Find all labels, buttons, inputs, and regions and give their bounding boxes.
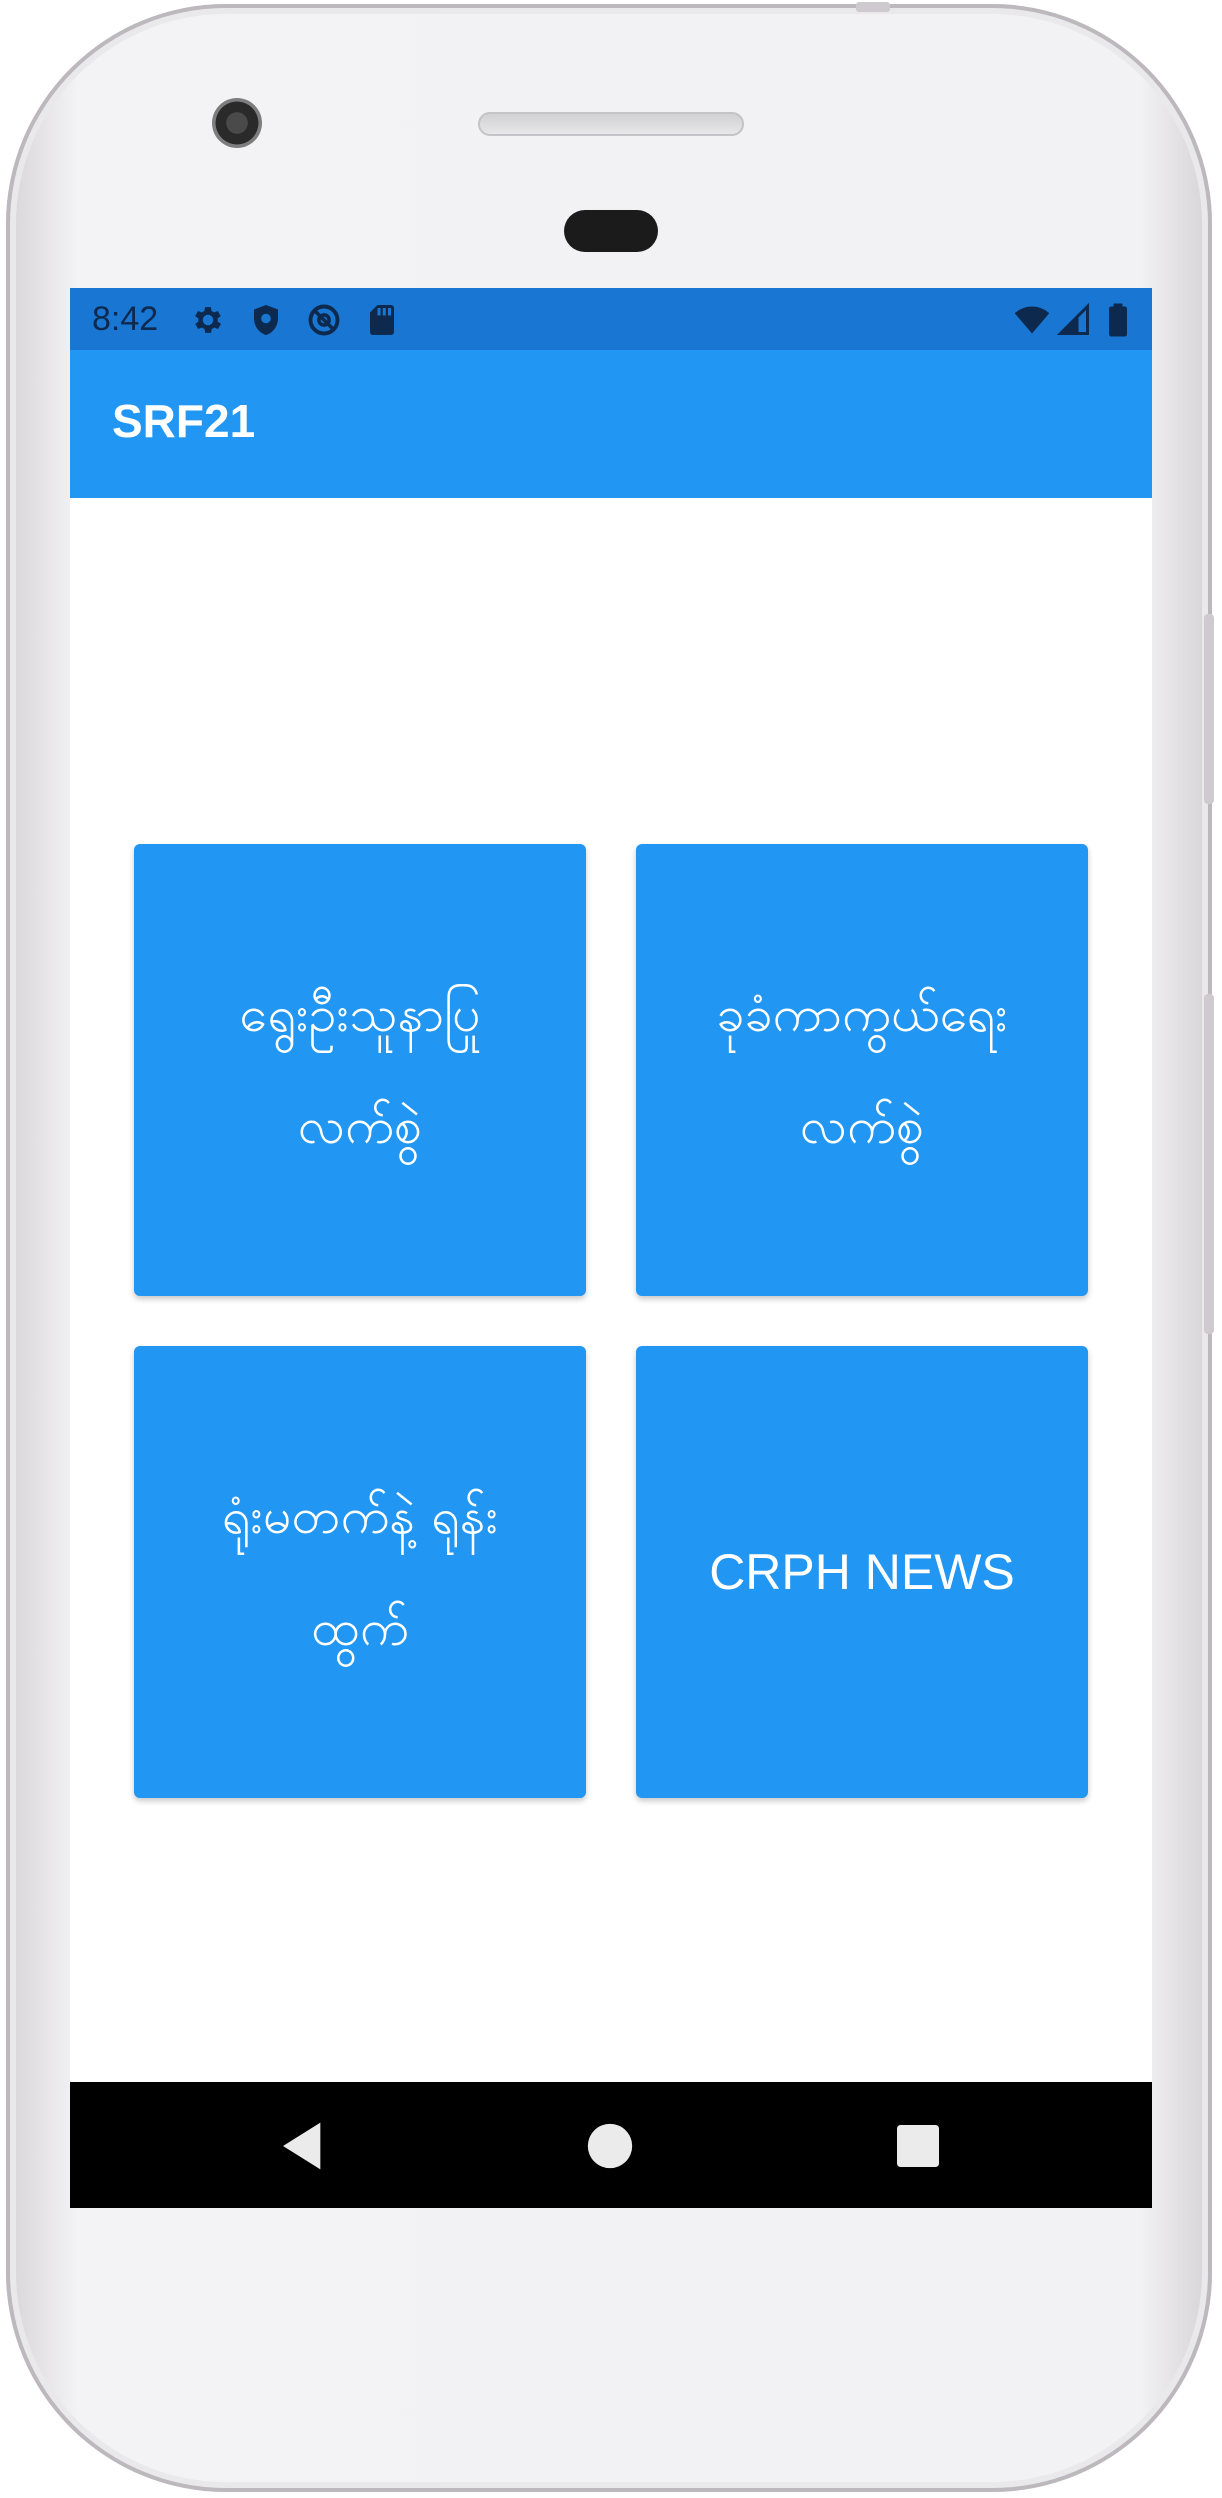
- app-title: SRF21: [112, 395, 256, 447]
- back-triangle-icon[interactable]: [276, 2118, 332, 2174]
- navigation-bar: [70, 2082, 1152, 2208]
- tile-label: ရွေးဦးသူနာပြု လက်စွဲ: [239, 985, 481, 1155]
- tile-crph-news[interactable]: CRPH NEWS: [636, 1346, 1088, 1798]
- phone-frame: 8:42 SRF21 ရွေးဦးသူနာပြု လက်စွဲ ခုခံကာကွ…: [6, 2, 1214, 2492]
- sd-card-icon: [370, 305, 394, 335]
- gear-icon: [195, 307, 222, 333]
- earpiece-speaker: [478, 112, 744, 136]
- power-button: [1204, 614, 1214, 804]
- status-time: 8:42: [92, 300, 159, 338]
- wifi-icon: [1014, 306, 1050, 334]
- front-camera: [212, 98, 262, 148]
- status-bar: 8:42: [70, 288, 1152, 350]
- tile-first-aid-handbook[interactable]: ရွေးဦးသူနာပြု လက်စွဲ: [134, 844, 586, 1296]
- phone-screen: 8:42 SRF21 ရွေးဦးသူနာပြု လက်စွဲ ခုခံကာကွ…: [70, 288, 1152, 2208]
- tile-label: ခုခံကာကွယ်ရေး လက်စွဲ: [716, 985, 1008, 1155]
- cellular-signal-icon: [1056, 302, 1089, 335]
- app-bar: SRF21: [70, 350, 1152, 498]
- battery-icon: [1109, 303, 1127, 337]
- home-circle-icon[interactable]: [582, 2118, 638, 2174]
- tile-civil-disobedience[interactable]: ရုံးမတက်နဲ့ ရုန်းထွက်: [134, 1346, 586, 1798]
- shield-icon: [254, 305, 278, 335]
- tile-self-defense-handbook[interactable]: ခုခံကာကွယ်ရေး လက်စွဲ: [636, 844, 1088, 1296]
- at-sign-icon: [308, 304, 340, 336]
- tile-label: ရုံးမတက်နဲ့ ရုန်းထွက်: [221, 1487, 499, 1657]
- tile-label: CRPH NEWS: [709, 1544, 1015, 1600]
- volume-button: [1204, 994, 1214, 1334]
- top-hardware-button: [856, 2, 890, 12]
- recents-square-icon[interactable]: [890, 2118, 946, 2174]
- proximity-sensor: [564, 210, 658, 252]
